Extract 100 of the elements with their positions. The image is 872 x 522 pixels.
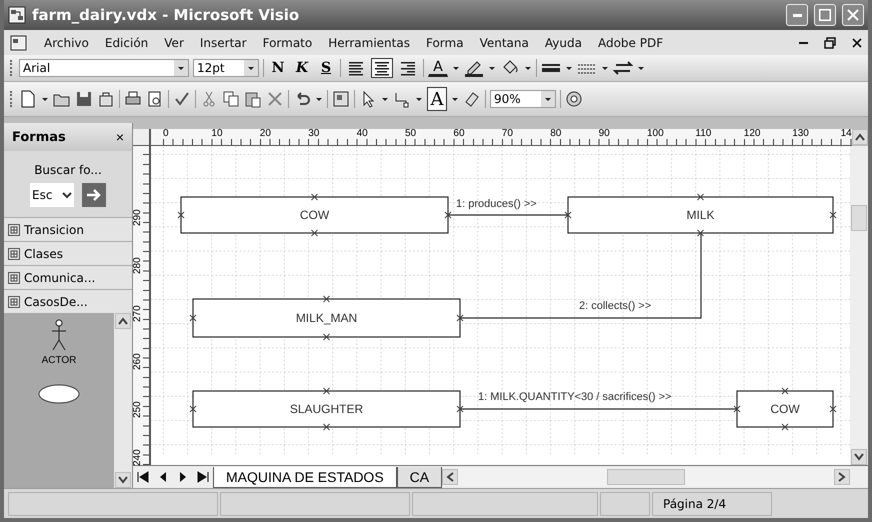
- maximize-button[interactable]: [814, 4, 836, 26]
- shapes-window-icon[interactable]: [332, 90, 350, 108]
- menu-item[interactable]: Formato: [262, 36, 312, 50]
- line-ends-icon[interactable]: [613, 60, 633, 76]
- menu-item[interactable]: Forma: [426, 36, 464, 50]
- actor-shape-icon[interactable]: [49, 319, 69, 351]
- align-center-button[interactable]: [371, 58, 393, 78]
- connector-label: 1: MILK.QUANTITY<30 / sacrifices() >>: [478, 391, 672, 403]
- caret-icon[interactable]: [315, 96, 323, 102]
- close-icon[interactable]: [852, 38, 862, 48]
- sheet-tab[interactable]: MAQUINA DE ESTADOS: [213, 466, 397, 488]
- close-button[interactable]: ×: [116, 129, 124, 145]
- caret-icon[interactable]: [524, 64, 532, 72]
- chevron-right-icon: [838, 472, 846, 482]
- maximize-icon: [819, 9, 831, 21]
- caret-icon[interactable]: [544, 96, 552, 102]
- menu-item[interactable]: Ayuda: [544, 36, 582, 50]
- ruler-label: 20: [260, 129, 271, 139]
- shape-label: ACTOR: [42, 355, 76, 366]
- status-cell: [600, 492, 650, 516]
- last-page-icon: [196, 470, 210, 484]
- menu-item[interactable]: Ventana: [480, 36, 529, 50]
- scrollbar[interactable]: [114, 313, 132, 488]
- ruler-label: 80: [550, 129, 562, 139]
- caret-icon[interactable]: [177, 64, 185, 72]
- menu-item[interactable]: Herramientas: [328, 36, 410, 50]
- underline-button[interactable]: S: [316, 58, 336, 78]
- copy-icon[interactable]: [222, 90, 240, 108]
- stencil-item[interactable]: Transicion: [4, 217, 132, 241]
- align-lines-icon: [400, 60, 416, 76]
- ruler-label: 260: [133, 353, 143, 370]
- chevron-left-icon: [446, 472, 454, 482]
- close-icon: [847, 9, 859, 21]
- caret-icon[interactable]: [637, 64, 645, 72]
- scrollbar[interactable]: [442, 468, 850, 486]
- save-icon[interactable]: [75, 90, 93, 108]
- scroll-thumb[interactable]: [851, 204, 867, 230]
- font-field[interactable]: Arial: [19, 59, 189, 77]
- document-menu-icon[interactable]: [10, 34, 28, 52]
- sheet-tab[interactable]: CA: [396, 466, 442, 488]
- node-label: COW: [770, 402, 800, 416]
- bold-button[interactable]: N: [268, 58, 288, 78]
- minimize-icon[interactable]: [799, 42, 808, 44]
- stencil-item[interactable]: Clases: [4, 241, 132, 265]
- zoom-field[interactable]: 90%: [490, 90, 556, 108]
- minimize-button[interactable]: [786, 4, 808, 26]
- stencil-item[interactable]: Comunica...: [4, 265, 132, 289]
- scroll-left-button[interactable]: [442, 469, 458, 485]
- chevron-down-icon: [854, 453, 864, 461]
- caret-icon[interactable]: [41, 96, 49, 102]
- ruler-label: 60: [453, 129, 465, 139]
- scroll-right-button[interactable]: [834, 469, 850, 485]
- help-icon[interactable]: [565, 90, 583, 108]
- caret-icon[interactable]: [415, 96, 423, 102]
- menu-item[interactable]: Archivo: [44, 36, 89, 50]
- caret-icon[interactable]: [451, 96, 459, 102]
- ruler-label: 0: [163, 129, 169, 139]
- scroll-down-button[interactable]: [851, 449, 867, 465]
- menu-item[interactable]: Edición: [104, 36, 148, 50]
- close-button[interactable]: [842, 4, 864, 26]
- scroll-thumb[interactable]: [607, 469, 686, 485]
- scroll-down-button[interactable]: [115, 472, 131, 488]
- scroll-up-button[interactable]: [852, 129, 868, 145]
- stencil-item[interactable]: CasosDe...: [4, 289, 132, 313]
- caret-icon[interactable]: [247, 64, 255, 72]
- menu-item[interactable]: Adobe PDF: [598, 36, 664, 50]
- caret-icon[interactable]: [565, 64, 573, 72]
- spelling-check-icon[interactable]: [173, 90, 191, 108]
- paste-icon[interactable]: [244, 90, 262, 108]
- font-color-button[interactable]: A: [428, 59, 448, 77]
- font-size-field[interactable]: 12pt: [193, 59, 259, 77]
- go-button[interactable]: [82, 183, 106, 207]
- menu-item[interactable]: Ver: [164, 36, 184, 50]
- text-tool-button[interactable]: A: [427, 87, 447, 111]
- italic-button[interactable]: K: [292, 58, 312, 78]
- caret-icon[interactable]: [452, 64, 460, 72]
- ruler-label: 240: [133, 449, 143, 466]
- connector-icon[interactable]: [393, 90, 411, 108]
- scroll-up-button[interactable]: [115, 313, 131, 329]
- line-color-icon[interactable]: [464, 59, 484, 77]
- arrow-right-icon: [85, 187, 103, 203]
- first-page-icon: [136, 470, 150, 484]
- scope-dropdown[interactable]: Esc: [30, 183, 74, 207]
- menu-item[interactable]: Insertar: [200, 36, 247, 50]
- ellipse-shape-icon[interactable]: [38, 384, 80, 404]
- node-label: SLAUGHTER: [290, 402, 364, 416]
- permission-icon[interactable]: [97, 90, 115, 108]
- scrollbar[interactable]: [850, 146, 868, 465]
- panel-title: Formas: [12, 130, 66, 144]
- new-page-icon[interactable]: [19, 90, 37, 108]
- ruler-label: 290: [133, 209, 143, 226]
- caret-icon[interactable]: [488, 64, 496, 72]
- minimize-icon: [792, 14, 802, 16]
- stamp-icon[interactable]: [463, 90, 481, 108]
- ruler-label: 50: [405, 129, 416, 139]
- page-indicator: Página 2/4: [652, 492, 772, 516]
- caret-icon[interactable]: [381, 96, 389, 102]
- restore-icon[interactable]: [824, 36, 836, 48]
- caret-icon[interactable]: [601, 64, 609, 72]
- ruler-label: 30: [308, 129, 320, 139]
